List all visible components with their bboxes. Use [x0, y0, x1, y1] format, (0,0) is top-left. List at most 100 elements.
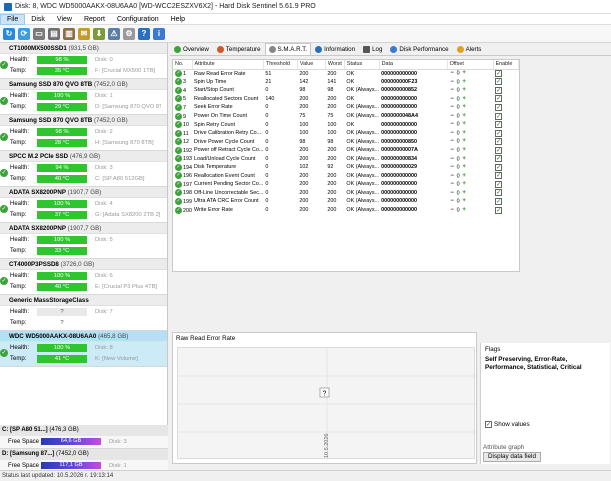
menu-view[interactable]: View: [51, 14, 78, 25]
col-value[interactable]: Value: [297, 60, 326, 70]
table-row[interactable]: ✓ 10 Spin Retry Count 0 100 100 OK 000000000000…: [173, 120, 519, 129]
enable-checkbox[interactable]: ✓: [495, 86, 503, 94]
enable-checkbox[interactable]: ✓: [495, 138, 503, 146]
table-row[interactable]: ✓ 197 Current Pending Sector Co... 0 200 200 O…: [173, 180, 519, 189]
enable-checkbox[interactable]: ✓: [495, 206, 503, 214]
menu-help[interactable]: Help: [165, 14, 191, 25]
disk-test-icon[interactable]: ▤: [48, 27, 60, 40]
enable-checkbox[interactable]: ✓: [495, 180, 503, 188]
offset-decrease-button[interactable]: −: [449, 87, 455, 93]
offset-increase-button[interactable]: +: [461, 198, 467, 204]
enable-checkbox[interactable]: ✓: [495, 163, 503, 171]
table-row[interactable]: ✓ 196 Reallocation Event Count 0 200 200 OK (A…: [173, 172, 519, 181]
enable-checkbox[interactable]: ✓: [495, 189, 503, 197]
table-row[interactable]: ✓ 1 Raw Read Error Rate 51 200 200 OK 000000000…: [173, 69, 519, 78]
tab-log[interactable]: Log: [359, 43, 386, 55]
table-row[interactable]: ✓ 192 Power off Retract Cycle Co... 0 200 200…: [173, 146, 519, 155]
offset-decrease-button[interactable]: −: [449, 190, 455, 196]
offset-increase-button[interactable]: +: [461, 87, 467, 93]
tab-temperature[interactable]: Temperature: [213, 43, 265, 55]
tab-information[interactable]: Information: [311, 43, 359, 55]
disk-entry-7[interactable]: Generic MassStorageClass Health:? Disk: 7…: [0, 295, 167, 331]
surface-test-icon[interactable]: ▥: [63, 27, 75, 40]
offset-increase-button[interactable]: +: [461, 207, 467, 213]
disk-entry-1[interactable]: Samsung SSD 870 QVO 8TB (7452,0 GB) ✓ He…: [0, 79, 167, 115]
col-no[interactable]: No.: [173, 60, 193, 70]
menu-configuration[interactable]: Configuration: [111, 14, 165, 25]
offset-decrease-button[interactable]: −: [449, 104, 455, 110]
enable-checkbox[interactable]: ✓: [495, 70, 503, 78]
table-row[interactable]: ✓ 7 Seek Error Rate 0 200 200 OK (Always... 000…: [173, 103, 519, 112]
offset-decrease-button[interactable]: −: [449, 164, 455, 170]
col-data[interactable]: Data: [379, 60, 448, 70]
offset-increase-button[interactable]: +: [461, 121, 467, 127]
offset-decrease-button[interactable]: −: [449, 181, 455, 187]
offset-increase-button[interactable]: +: [461, 79, 467, 85]
disk-entry-6[interactable]: CT4000P3PSSD8 (3726,0 GB) ✓ Health: 100 %…: [0, 259, 167, 295]
col-attribute[interactable]: Attribute: [192, 60, 264, 70]
tab-alerts[interactable]: Alerts: [453, 43, 486, 55]
show-values-option[interactable]: ✓ Show values: [485, 421, 530, 428]
offset-decrease-button[interactable]: −: [449, 173, 455, 179]
disk-entry-8[interactable]: WDC WD5000AAKX-08U6AA0 (465,8 GB) ✓ Heal…: [0, 331, 167, 367]
offset-decrease-button[interactable]: −: [449, 130, 455, 136]
offset-decrease-button[interactable]: −: [449, 113, 455, 119]
offset-decrease-button[interactable]: −: [449, 207, 455, 213]
refresh-icon[interactable]: ↻: [3, 27, 15, 40]
backup-icon[interactable]: ⬇: [93, 27, 105, 40]
offset-decrease-button[interactable]: −: [449, 121, 455, 127]
tab-smart[interactable]: S.M.A.R.T.: [264, 43, 312, 55]
enable-checkbox[interactable]: ✓: [495, 146, 503, 154]
offset-increase-button[interactable]: +: [461, 181, 467, 187]
enable-checkbox[interactable]: ✓: [495, 129, 503, 137]
enable-checkbox[interactable]: ✓: [495, 155, 503, 163]
volume-entry-0[interactable]: C: [SP A80 51...] (476,3 GB) Free Space 6…: [0, 425, 168, 449]
enable-checkbox[interactable]: ✓: [495, 103, 503, 111]
table-row[interactable]: ✓ 200 Write Error Rate 0 200 200 OK (Always...…: [173, 206, 519, 215]
tab-overview[interactable]: Overview: [170, 43, 213, 55]
offset-increase-button[interactable]: +: [461, 190, 467, 196]
enable-checkbox[interactable]: ✓: [495, 121, 503, 129]
alert-icon[interactable]: ⚠: [108, 27, 120, 40]
enable-checkbox[interactable]: ✓: [495, 197, 503, 205]
table-row[interactable]: ✓ 11 Drive Calibration Retry Co... 0 100 100 O…: [173, 129, 519, 138]
enable-checkbox[interactable]: ✓: [495, 112, 503, 120]
offset-increase-button[interactable]: +: [461, 173, 467, 179]
report-icon[interactable]: ✉: [78, 27, 90, 40]
col-threshold[interactable]: Threshold: [263, 60, 298, 70]
offset-increase-button[interactable]: +: [461, 70, 467, 76]
offset-decrease-button[interactable]: −: [449, 138, 455, 144]
offset-increase-button[interactable]: +: [461, 138, 467, 144]
offset-decrease-button[interactable]: −: [449, 70, 455, 76]
enable-checkbox[interactable]: ✓: [495, 78, 503, 86]
table-row[interactable]: ✓ 4 Start/Stop Count 0 98 98 OK (Always... 0000…: [173, 86, 519, 95]
menu-file[interactable]: File: [0, 13, 26, 25]
disk-entry-5[interactable]: ADATA SX8200PNP (1907,7 GB) Health: 100 %…: [0, 223, 167, 259]
enable-checkbox[interactable]: ✓: [495, 95, 503, 103]
offset-increase-button[interactable]: +: [461, 113, 467, 119]
col-worst[interactable]: Worst: [325, 60, 345, 70]
disk-entry-2[interactable]: Samsung SSD 870 QVO 8TB (7452,0 GB) ✓ He…: [0, 115, 167, 151]
table-row[interactable]: ✓ 3 Spin Up Time 21 142 141 OK 000000000F23− 0 …: [173, 78, 519, 87]
display-data-field-button[interactable]: Display data field: [483, 452, 541, 462]
offset-decrease-button[interactable]: −: [449, 198, 455, 204]
menu-disk[interactable]: Disk: [25, 14, 51, 25]
tab-disk-performance[interactable]: Disk Performance: [386, 43, 452, 55]
disk-entry-3[interactable]: SPCC M.2 PCIe SSD (476,9 GB) ✓ Health: 94…: [0, 151, 167, 187]
offset-increase-button[interactable]: +: [461, 147, 467, 153]
table-row[interactable]: ✓ 198 Off-Line Uncorrectable Sec... 0 200 200…: [173, 189, 519, 198]
table-row[interactable]: ✓ 5 Reallocated Sectors Count 140 200 200 OK 00…: [173, 95, 519, 104]
enable-checkbox[interactable]: ✓: [495, 172, 503, 180]
show-values-checkbox[interactable]: ✓: [485, 421, 492, 428]
info-icon[interactable]: i: [153, 27, 165, 40]
col-offset[interactable]: Offset: [447, 60, 494, 70]
offset-increase-button[interactable]: +: [461, 130, 467, 136]
offset-decrease-button[interactable]: −: [449, 147, 455, 153]
sync-icon[interactable]: ⟳: [18, 27, 30, 40]
table-row[interactable]: ✓ 9 Power On Time Count 0 75 75 OK (Always... 0…: [173, 112, 519, 121]
help-icon[interactable]: ?: [138, 27, 150, 40]
disk-entry-0[interactable]: CT1000MX500SSD1 (931,5 GB) ✓ Health: 98 %…: [0, 43, 167, 79]
disk-icon[interactable]: ▭: [33, 27, 45, 40]
gear-icon[interactable]: ⚙: [123, 27, 135, 40]
disk-entry-4[interactable]: ADATA SX8200PNP (1907,7 GB) ✓ Health: 100…: [0, 187, 167, 223]
